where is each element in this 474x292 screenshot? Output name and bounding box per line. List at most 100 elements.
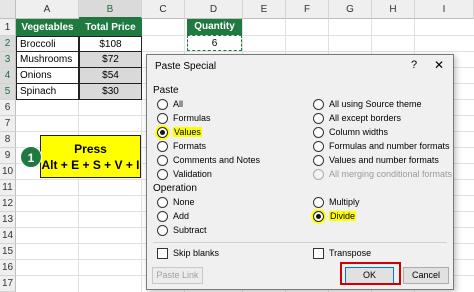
row-header-14[interactable]: 14: [0, 228, 16, 244]
vegetable-cell[interactable]: Broccoli: [16, 36, 79, 52]
checkbox-transpose[interactable]: Transpose: [313, 247, 371, 260]
radio-label: All merging conditional formats: [329, 169, 453, 179]
row-header-10[interactable]: 10: [0, 164, 16, 180]
radio-comments-and-notes[interactable]: Comments and Notes: [157, 154, 260, 167]
radio-button-selected[interactable]: [157, 127, 168, 138]
callout-press-text: Press: [74, 142, 107, 156]
column-header-g[interactable]: G: [329, 0, 372, 19]
divider: [153, 242, 447, 243]
column-header-i[interactable]: I: [415, 0, 474, 19]
column-header-a[interactable]: A: [16, 0, 79, 19]
checkbox-label: Skip blanks: [173, 248, 220, 258]
radio-button[interactable]: [313, 113, 324, 124]
radio-button[interactable]: [313, 155, 324, 166]
radio-button-selected[interactable]: [313, 211, 324, 222]
radio-button[interactable]: [157, 141, 168, 152]
row-header-12[interactable]: 12: [0, 196, 16, 212]
radio-none[interactable]: None: [157, 196, 195, 209]
price-cell[interactable]: $30: [79, 84, 142, 100]
radio-button[interactable]: [313, 99, 324, 110]
price-cell[interactable]: $108: [79, 36, 142, 52]
row-header-16[interactable]: 16: [0, 260, 16, 276]
checkbox[interactable]: [157, 248, 168, 259]
row-header-17[interactable]: 17: [0, 276, 16, 292]
radio-validation[interactable]: Validation: [157, 168, 212, 181]
row-header-4[interactable]: 4: [0, 68, 16, 84]
radio-multiply[interactable]: Multiply: [313, 196, 360, 209]
radio-values[interactable]: Values: [157, 126, 202, 139]
radio-all-using-source-theme[interactable]: All using Source theme: [313, 98, 422, 111]
radio-button[interactable]: [157, 99, 168, 110]
radio-label: Values and number formats: [329, 155, 439, 165]
radio-button[interactable]: [157, 155, 168, 166]
column-header-b[interactable]: B: [79, 0, 142, 19]
row-header-8[interactable]: 8: [0, 132, 16, 148]
radio-label: Formats: [173, 141, 207, 151]
header-total-price[interactable]: Total Price: [79, 19, 142, 36]
quantity-header[interactable]: Quantity: [187, 19, 242, 35]
radio-all-merging-conditional-formats: All merging conditional formats: [313, 168, 452, 181]
radio-button[interactable]: [313, 197, 324, 208]
radio-all[interactable]: All: [157, 98, 183, 111]
keyboard-shortcut-callout: Press Alt + E + S + V + I: [40, 135, 141, 178]
vegetable-cell[interactable]: Spinach: [16, 84, 79, 100]
paste-link-button[interactable]: Paste Link: [152, 267, 203, 284]
radio-label: All except borders: [329, 113, 402, 123]
radio-subtract[interactable]: Subtract: [157, 224, 207, 237]
price-cell[interactable]: $54: [79, 68, 142, 84]
radio-all-except-borders[interactable]: All except borders: [313, 112, 401, 125]
vegetable-cell[interactable]: Mushrooms: [16, 52, 79, 68]
radio-button-disabled: [313, 169, 324, 180]
vegetable-cell[interactable]: Onions: [16, 68, 79, 84]
column-header-c[interactable]: C: [142, 0, 185, 19]
column-header-h[interactable]: H: [372, 0, 415, 19]
radio-label: Formulas and number formats: [329, 141, 450, 151]
radio-button[interactable]: [313, 141, 324, 152]
radio-label: Formulas: [173, 113, 211, 123]
radio-formulas[interactable]: Formulas: [157, 112, 211, 125]
quantity-cell[interactable]: 6: [187, 35, 242, 51]
row-header-11[interactable]: 11: [0, 180, 16, 196]
checkbox-skip-blanks[interactable]: Skip blanks: [157, 247, 219, 260]
radio-button[interactable]: [157, 113, 168, 124]
radio-label: Comments and Notes: [173, 155, 261, 165]
select-all-corner[interactable]: [0, 0, 16, 19]
radio-label: None: [173, 197, 195, 207]
radio-label: Column widths: [329, 127, 389, 137]
radio-values-and-number-formats[interactable]: Values and number formats: [313, 154, 439, 167]
column-header-d[interactable]: D: [185, 0, 243, 19]
help-icon[interactable]: ?: [411, 59, 417, 71]
row-header-15[interactable]: 15: [0, 244, 16, 260]
row-header-7[interactable]: 7: [0, 116, 16, 132]
radio-label: Validation: [173, 169, 212, 179]
paste-section-label: Paste: [153, 85, 179, 96]
cancel-button[interactable]: Cancel: [403, 267, 449, 284]
row-header-13[interactable]: 13: [0, 212, 16, 228]
radio-label: All using Source theme: [329, 99, 422, 109]
header-vegetables[interactable]: Vegetables: [16, 19, 79, 36]
radio-formats[interactable]: Formats: [157, 140, 206, 153]
callout-shortcut-text: Alt + E + S + V + I: [41, 158, 140, 172]
radio-button[interactable]: [157, 197, 168, 208]
checkbox[interactable]: [313, 248, 324, 259]
price-cell[interactable]: $72: [79, 52, 142, 68]
radio-formulas-and-number-formats[interactable]: Formulas and number formats: [313, 140, 450, 153]
row-header-2[interactable]: 2: [0, 36, 16, 52]
radio-divide[interactable]: Divide: [313, 210, 357, 223]
radio-button[interactable]: [157, 225, 168, 236]
row-header-5[interactable]: 5: [0, 84, 16, 100]
column-header-f[interactable]: F: [286, 0, 329, 19]
radio-label: Multiply: [329, 197, 360, 207]
column-header-e[interactable]: E: [243, 0, 286, 19]
row-header-6[interactable]: 6: [0, 100, 16, 116]
close-icon[interactable]: ✕: [434, 58, 444, 72]
row-header-9[interactable]: 9: [0, 148, 16, 164]
ok-button-highlight-frame: [340, 262, 401, 285]
radio-button[interactable]: [157, 169, 168, 180]
radio-column-widths[interactable]: Column widths: [313, 126, 388, 139]
radio-add[interactable]: Add: [157, 210, 189, 223]
radio-button[interactable]: [313, 127, 324, 138]
row-header-3[interactable]: 3: [0, 52, 16, 68]
radio-button[interactable]: [157, 211, 168, 222]
row-header-1[interactable]: 1: [0, 19, 16, 36]
